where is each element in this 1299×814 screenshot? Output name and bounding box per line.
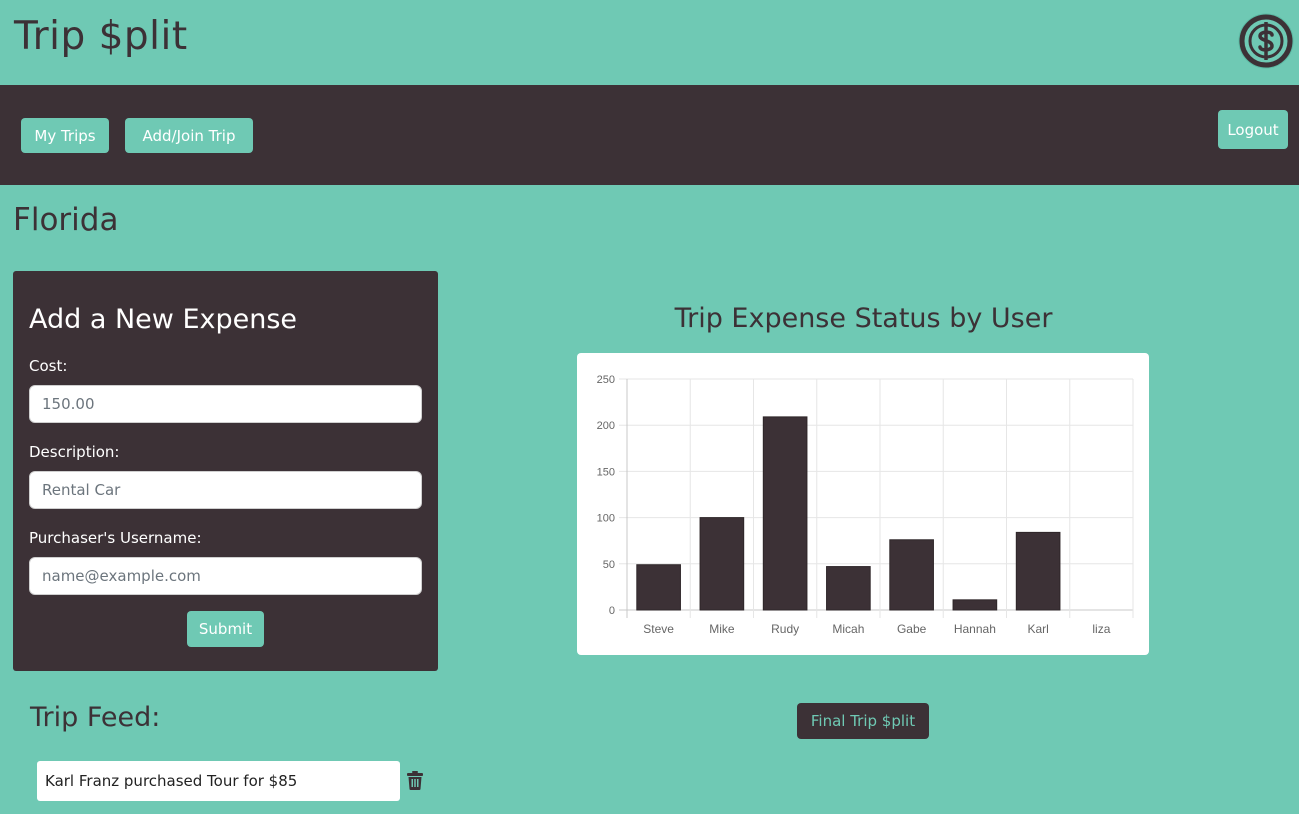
cost-input[interactable]	[29, 385, 422, 423]
expense-chart: 0 50 100 150 200 250 Steve Mike Rudy Micah Gabe Han…	[577, 353, 1149, 655]
bar-rudy	[762, 416, 808, 611]
x-tick-label: Hannah	[954, 622, 996, 636]
purchaser-label: Purchaser's Username:	[29, 529, 202, 547]
bar-gabe	[889, 539, 934, 611]
cost-label: Cost:	[29, 357, 68, 375]
x-tick-label: liza	[1092, 622, 1110, 636]
form-title: Add a New Expense	[29, 304, 298, 335]
chart-title: Trip Expense Status by User	[674, 303, 1053, 334]
dollar-coin-logo-icon[interactable]	[1238, 13, 1294, 69]
y-tick-label: 100	[597, 513, 615, 525]
purchaser-input[interactable]	[29, 557, 422, 595]
add-join-trip-button[interactable]: Add/Join Trip	[125, 118, 253, 153]
description-label: Description:	[29, 443, 120, 461]
navbar: My Trips Add/Join Trip Logout	[0, 85, 1299, 185]
bar-hannah	[952, 599, 998, 611]
logout-button[interactable]: Logout	[1218, 110, 1288, 149]
page-title: Florida	[13, 202, 119, 238]
feed-item-text: Karl Franz purchased Tour for $85	[45, 772, 298, 790]
x-tick-label: Steve	[643, 622, 674, 636]
feed-item: Karl Franz purchased Tour for $85	[37, 761, 400, 801]
x-tick-label: Micah	[832, 622, 864, 636]
bar-karl	[1015, 531, 1061, 611]
bar-micah	[826, 566, 871, 611]
final-trip-split-button[interactable]: Final Trip $plit	[797, 703, 929, 739]
y-tick-label: 200	[597, 420, 615, 432]
trash-icon[interactable]	[407, 771, 423, 790]
y-tick-label: 50	[603, 559, 615, 571]
x-tick-label: Mike	[709, 622, 735, 636]
y-tick-label: 0	[609, 605, 615, 617]
app-header: Trip $plit	[0, 0, 1299, 85]
y-tick-label: 250	[597, 374, 615, 386]
feed-title: Trip Feed:	[30, 702, 161, 733]
bar-steve	[636, 564, 681, 611]
y-tick-label: 150	[597, 466, 615, 478]
description-input[interactable]	[29, 471, 422, 509]
add-expense-form: Add a New Expense Cost: Description: Pur…	[13, 271, 438, 671]
app-title: Trip $plit	[14, 14, 188, 59]
x-tick-label: Gabe	[897, 622, 927, 636]
x-tick-label: Rudy	[771, 622, 799, 636]
submit-button[interactable]: Submit	[187, 611, 264, 647]
bar-mike	[699, 517, 745, 611]
expense-bar-chart: 0 50 100 150 200 250 Steve Mike Rudy Micah Gabe Han…	[597, 374, 1134, 636]
x-tick-label: Karl	[1027, 622, 1048, 636]
my-trips-button[interactable]: My Trips	[21, 118, 109, 153]
